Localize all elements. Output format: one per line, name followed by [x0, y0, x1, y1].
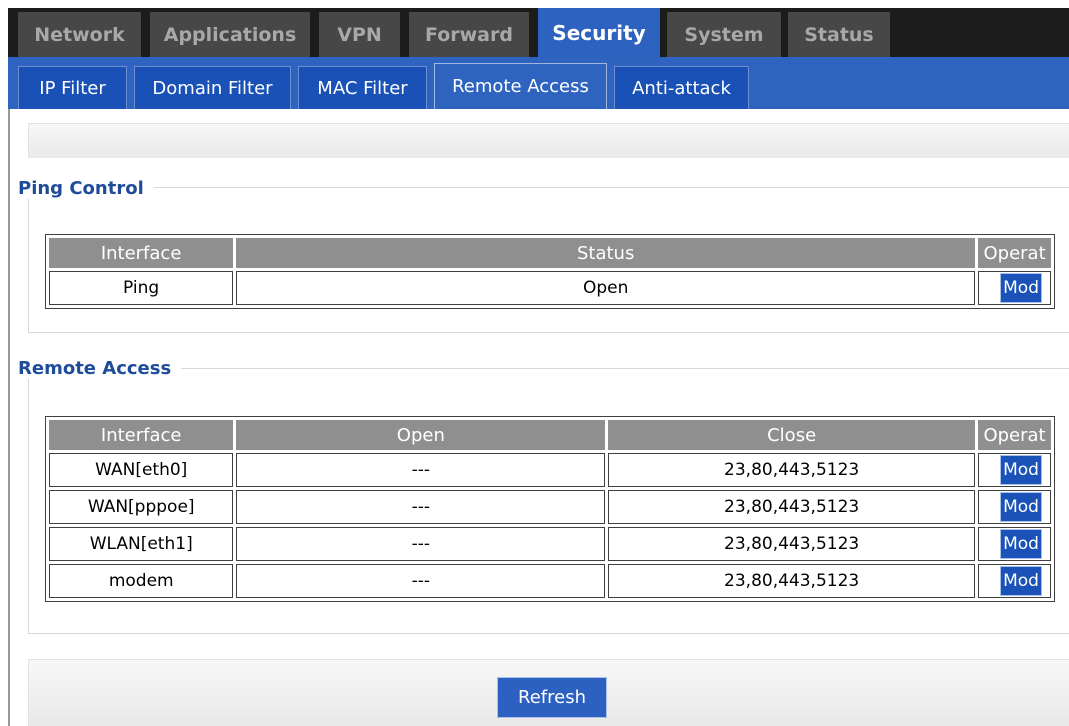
col-header-interface: Interface [49, 238, 234, 268]
tab-vpn[interactable]: VPN [319, 12, 400, 57]
tab-security[interactable]: Security [538, 8, 660, 57]
mod-button[interactable]: Mod [1000, 273, 1042, 303]
cell-interface: WLAN[eth1] [49, 527, 234, 561]
cell-operation: Mod [978, 271, 1051, 305]
cell-close: 23,80,443,5123 [608, 490, 976, 524]
cell-open: --- [236, 453, 606, 487]
cell-open: --- [236, 490, 606, 524]
subtab-anti-attack[interactable]: Anti-attack [614, 66, 749, 109]
table-row: WAN[eth0] --- 23,80,443,5123 Mod [49, 453, 1051, 487]
table-header-row: Interface Open Close Operat [49, 420, 1051, 450]
toolbar-strip [28, 123, 1069, 158]
ping-control-legend: Ping Control [16, 178, 154, 199]
col-header-interface: Interface [49, 420, 234, 450]
tab-system[interactable]: System [667, 12, 781, 57]
cell-open: --- [236, 527, 606, 561]
cell-close: 23,80,443,5123 [608, 564, 976, 598]
cell-interface: WAN[pppoe] [49, 490, 234, 524]
cell-operation: Mod [978, 490, 1051, 524]
refresh-button[interactable]: Refresh [497, 677, 607, 718]
subtab-ip-filter[interactable]: IP Filter [18, 66, 127, 109]
col-header-operation: Operat [978, 420, 1051, 450]
cell-operation: Mod [978, 527, 1051, 561]
table-row: Ping Open Mod [49, 271, 1051, 305]
table-row: WAN[pppoe] --- 23,80,443,5123 Mod [49, 490, 1051, 524]
table-header-row: Interface Status Operat [49, 238, 1051, 268]
tab-applications[interactable]: Applications [150, 12, 310, 57]
remote-access-legend: Remote Access [16, 358, 182, 379]
cell-open: --- [236, 564, 606, 598]
tab-forward[interactable]: Forward [409, 12, 529, 57]
tab-status[interactable]: Status [788, 12, 890, 57]
cell-interface: Ping [49, 271, 234, 305]
cell-interface: WAN[eth0] [49, 453, 234, 487]
table-row: modem --- 23,80,443,5123 Mod [49, 564, 1051, 598]
tab-network[interactable]: Network [18, 12, 141, 57]
subtab-domain-filter[interactable]: Domain Filter [134, 66, 291, 109]
mod-button[interactable]: Mod [1000, 455, 1042, 485]
col-header-open: Open [236, 420, 606, 450]
cell-operation: Mod [978, 564, 1051, 598]
cell-interface: modem [49, 564, 234, 598]
mod-button[interactable]: Mod [1000, 492, 1042, 522]
remote-access-table: Interface Open Close Operat WAN[eth0] --… [45, 416, 1055, 602]
content-border [8, 109, 10, 726]
col-header-close: Close [608, 420, 976, 450]
cell-close: 23,80,443,5123 [608, 453, 976, 487]
mod-button[interactable]: Mod [1000, 529, 1042, 559]
subtab-remote-access[interactable]: Remote Access [434, 63, 607, 109]
cell-operation: Mod [978, 453, 1051, 487]
cell-status: Open [236, 271, 976, 305]
subtab-mac-filter[interactable]: MAC Filter [298, 66, 427, 109]
col-header-operation: Operat [978, 238, 1051, 268]
ping-control-table: Interface Status Operat Ping Open Mod [45, 234, 1055, 309]
mod-button[interactable]: Mod [1000, 566, 1042, 596]
cell-close: 23,80,443,5123 [608, 527, 976, 561]
col-header-status: Status [236, 238, 976, 268]
table-row: WLAN[eth1] --- 23,80,443,5123 Mod [49, 527, 1051, 561]
